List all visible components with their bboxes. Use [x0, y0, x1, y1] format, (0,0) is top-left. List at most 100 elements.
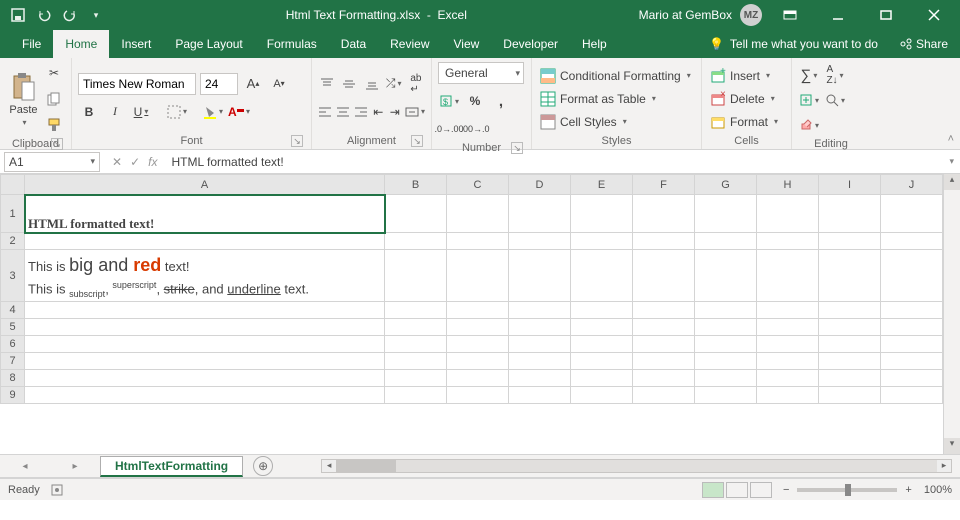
col-header[interactable]: H	[757, 175, 819, 195]
col-header[interactable]: D	[509, 175, 571, 195]
merge-center-icon[interactable]: ▾	[405, 101, 425, 123]
tab-scroll-first-icon[interactable]: ◂	[22, 461, 27, 472]
align-right-icon[interactable]	[354, 101, 368, 123]
vertical-scrollbar[interactable]: ▴▾	[943, 174, 960, 454]
formula-input[interactable]: HTML formatted text!	[165, 155, 943, 169]
borders-icon[interactable]: ▾	[166, 101, 188, 123]
enter-formula-icon[interactable]: ✓	[130, 155, 140, 169]
cut-icon[interactable]: ✂	[43, 62, 65, 84]
clipboard-launcher-icon[interactable]: ↘	[51, 138, 63, 150]
zoom-slider[interactable]	[797, 488, 897, 492]
font-name-input[interactable]	[78, 73, 196, 95]
row-header[interactable]: 1	[1, 195, 25, 233]
clear-icon[interactable]: ▾	[798, 114, 820, 136]
col-header[interactable]: A	[25, 175, 385, 195]
autosum-icon[interactable]: ∑▾	[798, 64, 820, 86]
copy-icon[interactable]	[43, 88, 65, 110]
decrease-font-icon[interactable]: A▾	[268, 73, 290, 95]
format-as-table-button[interactable]: Format as Table▾	[538, 89, 695, 109]
user-name[interactable]: Mario at GemBox	[639, 8, 732, 22]
fill-color-icon[interactable]: ▾	[202, 101, 224, 123]
bold-button[interactable]: B	[78, 101, 100, 123]
accounting-format-icon[interactable]: $▾	[438, 90, 460, 112]
increase-indent-icon[interactable]: ⇥	[388, 101, 400, 123]
percent-icon[interactable]: %	[464, 90, 486, 112]
undo-icon[interactable]	[36, 7, 52, 23]
close-icon[interactable]	[914, 0, 954, 30]
col-header[interactable]: I	[819, 175, 881, 195]
sort-filter-icon[interactable]: AZ↓▾	[824, 64, 846, 86]
row-header[interactable]: 8	[1, 370, 25, 387]
number-format-dropdown[interactable]: General	[438, 62, 524, 84]
conditional-formatting-button[interactable]: Conditional Formatting▾	[538, 66, 695, 86]
tab-file[interactable]: File	[10, 30, 53, 58]
increase-decimal-icon[interactable]: .0→.00	[438, 118, 460, 140]
cell-A3[interactable]: This is big and red text! This is subscr…	[25, 250, 385, 302]
align-middle-icon[interactable]	[340, 73, 358, 95]
view-page-layout-icon[interactable]	[726, 482, 748, 498]
italic-button[interactable]: I	[104, 101, 126, 123]
macro-record-icon[interactable]	[50, 483, 64, 497]
fill-icon[interactable]: ▾	[798, 89, 820, 111]
number-launcher-icon[interactable]: ↘	[511, 142, 523, 154]
new-sheet-button[interactable]: ⊕	[253, 456, 273, 476]
zoom-out-icon[interactable]: −	[783, 484, 789, 496]
font-color-icon[interactable]: A▾	[228, 101, 250, 123]
format-painter-icon[interactable]	[43, 114, 65, 136]
underline-button[interactable]: U▾	[130, 101, 152, 123]
paste-button[interactable]: Paste▾	[6, 62, 41, 136]
col-header[interactable]: E	[571, 175, 633, 195]
collapse-ribbon-icon[interactable]: ˄	[948, 133, 954, 145]
view-normal-icon[interactable]	[702, 482, 724, 498]
tab-view[interactable]: View	[442, 30, 492, 58]
tab-insert[interactable]: Insert	[109, 30, 163, 58]
qat-customize-icon[interactable]: ▾	[88, 7, 104, 23]
find-select-icon[interactable]: ▾	[824, 89, 846, 111]
decrease-indent-icon[interactable]: ⇤	[372, 101, 384, 123]
ribbon-options-icon[interactable]	[770, 0, 810, 30]
minimize-icon[interactable]	[818, 0, 858, 30]
cell-A1[interactable]: HTML formatted text!	[25, 195, 385, 233]
sheet-tab[interactable]: HtmlTextFormatting	[100, 456, 243, 477]
worksheet-grid[interactable]: A B C D E F G H I J 1 HTML formatted tex…	[0, 174, 960, 454]
fx-icon[interactable]: fx	[148, 155, 157, 169]
row-header[interactable]: 2	[1, 233, 25, 250]
maximize-icon[interactable]	[866, 0, 906, 30]
align-center-icon[interactable]	[336, 101, 350, 123]
decrease-decimal-icon[interactable]: .00→.0	[464, 118, 486, 140]
font-launcher-icon[interactable]: ↘	[291, 135, 303, 147]
tab-review[interactable]: Review	[378, 30, 441, 58]
col-header[interactable]: B	[385, 175, 447, 195]
font-size-input[interactable]	[200, 73, 238, 95]
cell-styles-button[interactable]: Cell Styles▾	[538, 112, 695, 132]
tell-me-search[interactable]: 💡 Tell me what you want to do	[699, 30, 888, 58]
align-top-icon[interactable]	[318, 73, 336, 95]
view-page-break-icon[interactable]	[750, 482, 772, 498]
zoom-in-icon[interactable]: +	[905, 484, 911, 496]
row-header[interactable]: 3	[1, 250, 25, 302]
wrap-text-icon[interactable]: ab↵	[407, 73, 425, 95]
col-header[interactable]: C	[447, 175, 509, 195]
tab-formulas[interactable]: Formulas	[255, 30, 329, 58]
row-header[interactable]: 7	[1, 353, 25, 370]
format-cells-button[interactable]: Format▾	[708, 112, 785, 132]
avatar[interactable]: MZ	[740, 4, 762, 26]
tab-developer[interactable]: Developer	[491, 30, 570, 58]
align-bottom-icon[interactable]	[362, 73, 380, 95]
expand-formula-bar-icon[interactable]: ▾	[943, 156, 960, 167]
tab-help[interactable]: Help	[570, 30, 619, 58]
tab-page-layout[interactable]: Page Layout	[163, 30, 254, 58]
row-header[interactable]: 6	[1, 336, 25, 353]
select-all-corner[interactable]	[1, 175, 25, 195]
col-header[interactable]: G	[695, 175, 757, 195]
tab-home[interactable]: Home	[53, 30, 109, 58]
name-box[interactable]: A1	[4, 152, 100, 172]
share-button[interactable]: Share	[888, 37, 960, 51]
alignment-launcher-icon[interactable]: ↘	[411, 135, 423, 147]
row-header[interactable]: 9	[1, 387, 25, 404]
row-header[interactable]: 4	[1, 302, 25, 319]
save-icon[interactable]	[10, 7, 26, 23]
redo-icon[interactable]	[62, 7, 78, 23]
col-header[interactable]: F	[633, 175, 695, 195]
zoom-level[interactable]: 100%	[924, 484, 952, 496]
